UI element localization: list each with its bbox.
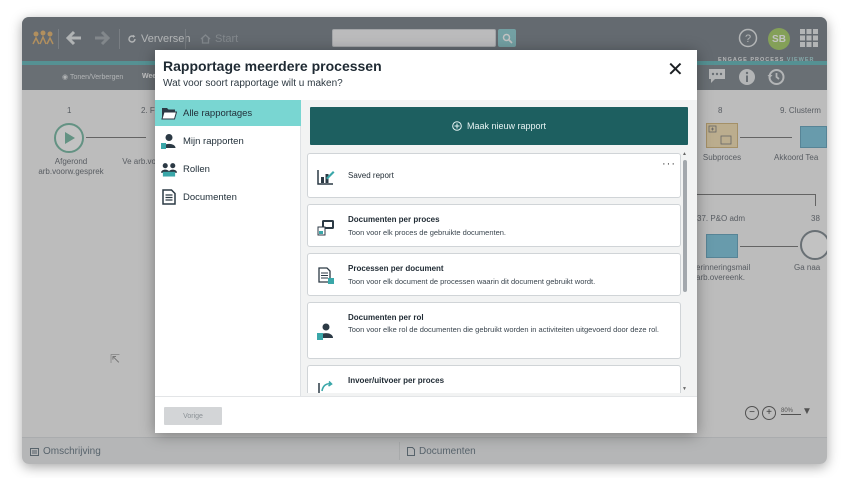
process-doc-icon [317,218,335,236]
report-card-docs-per-process[interactable]: Documenten per proces Toon voor elk proc… [307,204,681,247]
doc-process-icon [317,267,335,285]
category-label: Alle rapportages [183,107,253,119]
modal-footer: Vorige [155,396,697,433]
report-description: Toon voor elk proces de gebruikte docume… [348,228,507,237]
category-roles[interactable]: Rollen [155,156,301,182]
chart-edit-icon [317,168,335,186]
report-description: Toon voor elke rol de documenten die geb… [348,325,660,334]
scroll-thumb[interactable] [683,160,687,292]
user-icon [161,133,177,149]
category-list: Alle rapportages Mijn rapporten Rollen D… [155,100,301,396]
plus-circle-icon [452,121,462,131]
scroll-down-icon[interactable]: ▼ [682,386,687,392]
users-icon [161,161,177,177]
more-options-icon[interactable]: ··· [662,158,676,170]
category-my-reports[interactable]: Mijn rapporten [155,128,301,154]
report-title: Processen per document [348,264,444,273]
report-title: Documenten per proces [348,215,440,224]
previous-button[interactable]: Vorige [164,407,222,425]
modal-subtitle: Wat voor soort rapportage wilt u maken? [163,78,343,89]
input-output-icon [317,379,335,393]
new-report-button[interactable]: Maak nieuw rapport [310,107,688,145]
category-all-reports[interactable]: Alle rapportages [155,100,301,126]
document-icon [161,189,177,205]
report-card-input-output[interactable]: Invoer/uitvoer per proces [307,365,681,393]
report-description: Toon voor elk document de processen waar… [348,277,596,286]
report-card-processes-per-doc[interactable]: Processen per document Toon voor elk doc… [307,253,681,296]
report-list-scrollbar[interactable]: ▲ ▼ [681,151,689,394]
role-doc-icon [317,322,335,340]
category-label: Documenten [183,191,237,203]
modal-title: Rapportage meerdere processen [163,58,382,74]
report-title: Saved report [348,171,394,180]
category-label: Rollen [183,163,210,175]
new-report-label: Maak nieuw rapport [466,121,547,131]
report-panel: Maak nieuw rapport Saved report ··· Docu… [301,100,697,396]
category-documents[interactable]: Documenten [155,184,301,210]
report-modal: Rapportage meerdere processen Wat voor s… [155,50,697,433]
category-label: Mijn rapporten [183,135,244,147]
report-title: Documenten per rol [348,313,424,322]
close-icon[interactable]: ✕ [667,60,684,80]
scroll-up-icon[interactable]: ▲ [682,151,687,157]
report-list[interactable]: Saved report ··· Documenten per proces T… [307,153,681,393]
folder-open-icon [161,105,177,121]
report-card-docs-per-role[interactable]: Documenten per rol Toon voor elke rol de… [307,302,681,359]
report-card-saved[interactable]: Saved report ··· [307,153,681,198]
report-title: Invoer/uitvoer per proces [348,376,445,385]
